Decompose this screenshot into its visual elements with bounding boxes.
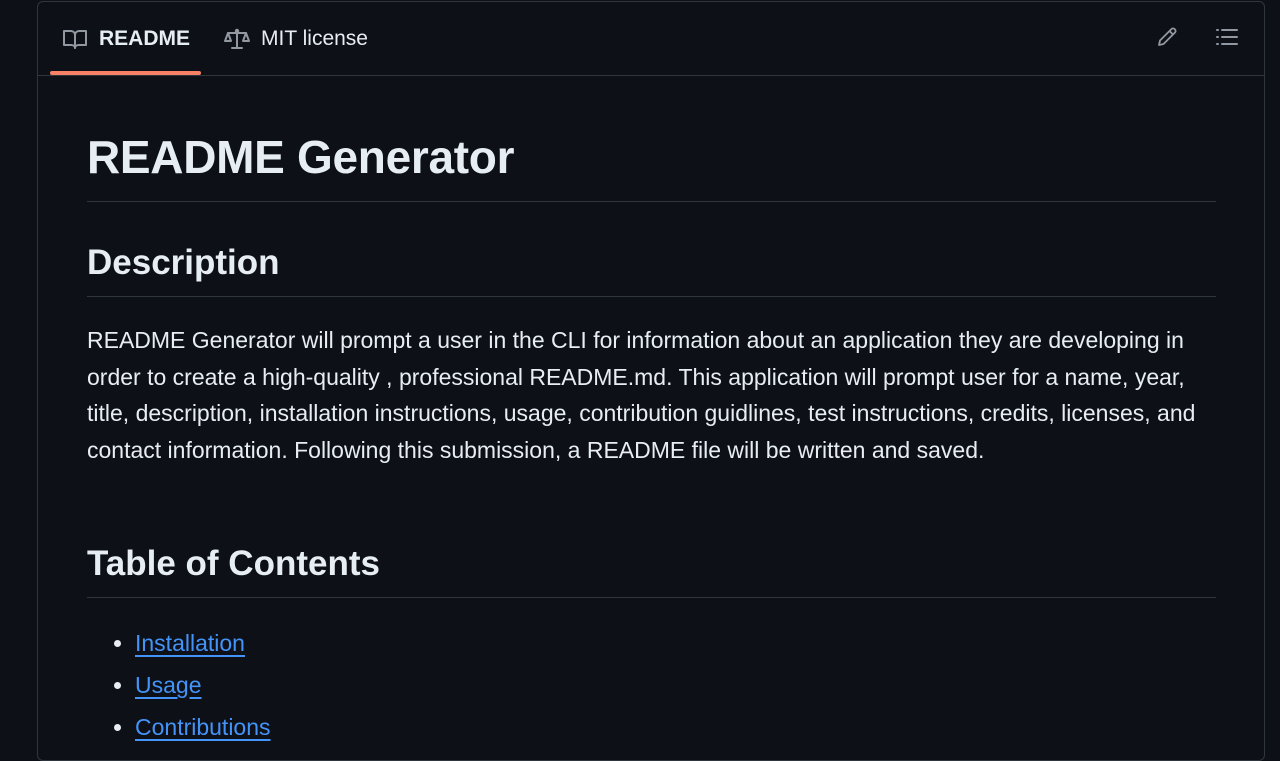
book-icon (62, 28, 88, 50)
description-paragraph: README Generator will prompt a user in t… (87, 327, 1196, 463)
toc-divider (87, 597, 1216, 598)
list-icon (1214, 25, 1240, 54)
description-divider (87, 296, 1216, 297)
scale-icon (224, 28, 250, 50)
pencil-icon (1155, 25, 1179, 54)
outline-button[interactable] (1212, 24, 1242, 54)
toc-heading: Table of Contents (87, 544, 380, 583)
active-tab-indicator (50, 71, 201, 75)
toc-link-contributions[interactable]: Contributions (135, 714, 271, 740)
toc-list: Installation Usage Contributions (87, 622, 271, 748)
list-item: Contributions (135, 706, 271, 748)
list-item: Installation (135, 622, 271, 664)
description-heading: Description (87, 243, 280, 282)
toc-link-installation[interactable]: Installation (135, 630, 245, 656)
readme-title: README Generator (87, 131, 515, 183)
edit-file-button[interactable] (1152, 24, 1182, 54)
title-divider (87, 201, 1216, 202)
readme-tabbar: README MIT license (38, 2, 1264, 76)
tab-license[interactable]: MIT license (224, 2, 368, 75)
tab-readme[interactable]: README (62, 2, 190, 75)
toc-link-usage[interactable]: Usage (135, 672, 201, 698)
tab-readme-label: README (99, 26, 191, 50)
tab-license-label: MIT license (261, 26, 368, 50)
readme-panel: README MIT license README Generator Desc… (37, 1, 1265, 761)
list-item: Usage (135, 664, 271, 706)
